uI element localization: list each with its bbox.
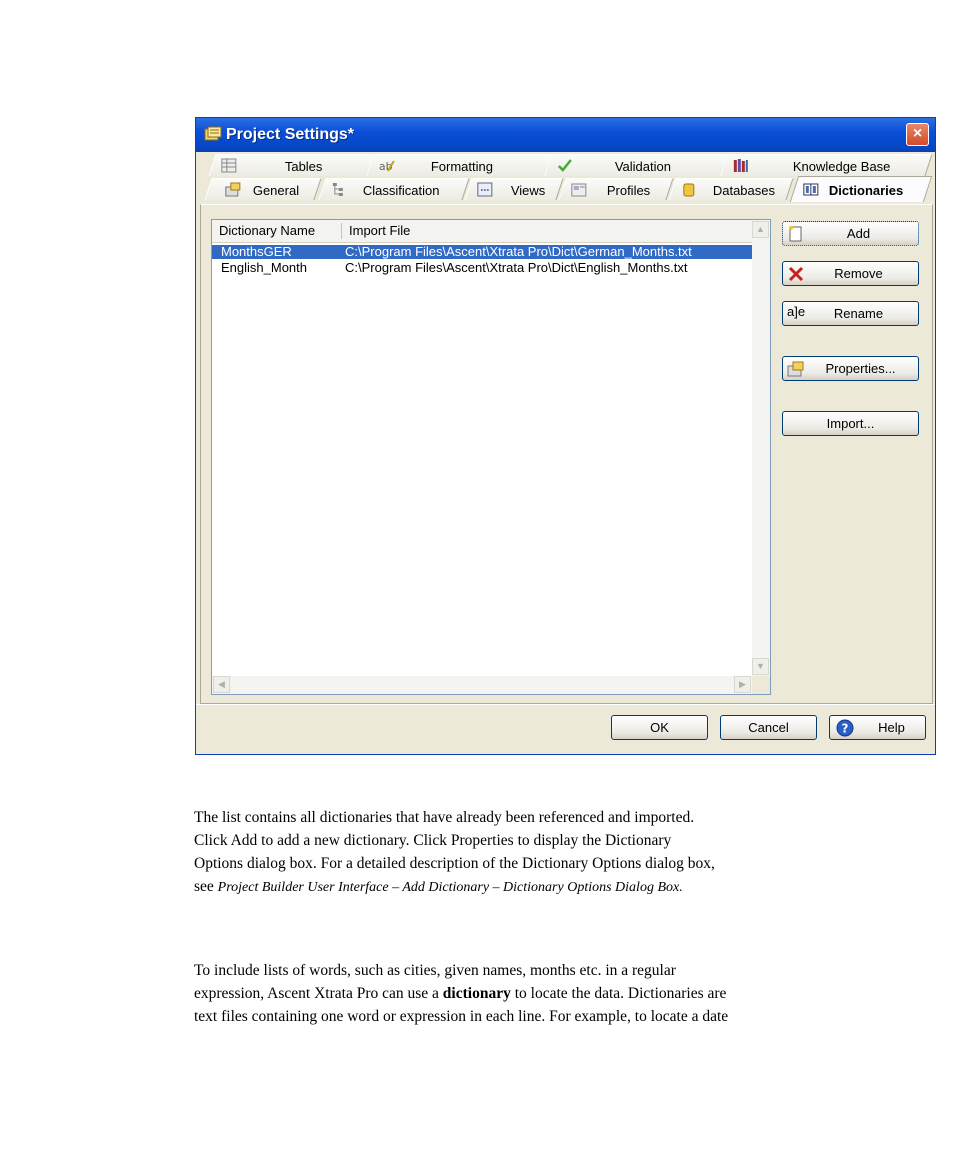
- footer-divider: [196, 704, 935, 705]
- button-label: OK: [650, 720, 669, 735]
- profiles-icon: [571, 183, 587, 197]
- project-settings-icon: [204, 126, 222, 141]
- dictionary-name-cell: MonthsGER: [221, 244, 292, 259]
- remove-button[interactable]: Remove: [782, 261, 919, 286]
- horizontal-scrollbar[interactable]: ◀ ▶: [212, 676, 752, 694]
- dictionaries-panel: Dictionary Name Import File MonthsGER C:…: [200, 204, 933, 704]
- tab-tables[interactable]: Tables: [208, 154, 376, 176]
- column-header-dictionary-name[interactable]: Dictionary Name: [219, 223, 315, 238]
- tab-label: Views: [510, 183, 546, 198]
- text-line: to locate the data. Dictionaries are: [510, 985, 727, 1002]
- close-icon: ×: [912, 125, 923, 142]
- column-divider[interactable]: [341, 223, 342, 239]
- views-icon: [477, 182, 493, 197]
- tab-label: Tables: [284, 159, 323, 174]
- tab-validation[interactable]: Validation: [544, 154, 730, 176]
- tab-label: General: [252, 183, 300, 198]
- import-file-cell: C:\Program Files\Ascent\Xtrata Pro\Dict\…: [345, 260, 688, 275]
- general-icon: [225, 182, 241, 197]
- tab-label: Classification: [362, 183, 440, 198]
- help-button[interactable]: ? Help: [829, 715, 926, 740]
- tab-label: Profiles: [606, 183, 651, 198]
- bold-term: dictionary: [442, 985, 511, 1002]
- description-paragraph: The list contains all dictionaries that …: [194, 806, 874, 899]
- dictionary-icon: [803, 183, 819, 196]
- column-header-import-file[interactable]: Import File: [349, 223, 410, 238]
- title-bar[interactable]: Project Settings* ×: [196, 118, 935, 152]
- dictionary-intro-paragraph: To include lists of words, such as citie…: [194, 959, 874, 1028]
- tab-databases[interactable]: Databases: [668, 178, 794, 200]
- list-row[interactable]: English_Month C:\Program Files\Ascent\Xt…: [212, 261, 752, 275]
- cross-reference: Project Builder User Interface – Add Dic…: [217, 880, 683, 895]
- dictionary-list[interactable]: Dictionary Name Import File MonthsGER C:…: [211, 219, 771, 695]
- project-settings-dialog: Project Settings* × Tables ab Formatting…: [195, 117, 936, 755]
- add-button[interactable]: Add: [782, 221, 919, 246]
- tab-label: Formatting: [430, 159, 493, 174]
- text-line: Options dialog box. For a detailed descr…: [194, 855, 715, 872]
- button-label: Help: [878, 720, 905, 735]
- dialog-title: Project Settings*: [226, 126, 355, 143]
- tab-general[interactable]: General: [204, 178, 322, 200]
- button-label: Properties...: [825, 361, 896, 376]
- text-line: text files containing one word or expres…: [194, 1008, 729, 1025]
- scroll-up-icon[interactable]: ▲: [752, 221, 769, 238]
- cancel-button[interactable]: Cancel: [720, 715, 817, 740]
- database-icon: [683, 183, 695, 197]
- scroll-left-icon[interactable]: ◀: [213, 676, 230, 693]
- button-label: Add: [846, 226, 871, 241]
- text-line: To include lists of words, such as citie…: [194, 962, 676, 979]
- button-label: Rename: [833, 306, 884, 321]
- tab-profiles[interactable]: Profiles: [558, 178, 674, 200]
- dictionary-name-cell: English_Month: [221, 260, 307, 275]
- scrollbar-corner: [752, 676, 770, 694]
- tab-views[interactable]: Views: [464, 178, 564, 200]
- button-label: Remove: [834, 266, 883, 281]
- tab-label: Knowledge Base: [792, 159, 891, 174]
- tab-label: Databases: [712, 183, 775, 198]
- scroll-right-icon[interactable]: ▶: [734, 676, 751, 693]
- text-line: expression, Ascent Xtrata Pro can use a: [194, 985, 443, 1002]
- books-icon: [733, 159, 748, 172]
- tab-label: Validation: [614, 159, 671, 174]
- tab-knowledge-base[interactable]: Knowledge Base: [720, 154, 933, 176]
- ok-button[interactable]: OK: [611, 715, 708, 740]
- button-label: Cancel: [748, 720, 789, 735]
- import-file-cell: C:\Program Files\Ascent\Xtrata Pro\Dict\…: [345, 244, 692, 259]
- import-button[interactable]: Import...: [782, 411, 919, 436]
- text-line: The list contains all dictionaries that …: [194, 809, 695, 826]
- checkmark-icon: [557, 159, 572, 172]
- button-label: Import...: [826, 416, 875, 431]
- tab-classification[interactable]: Classification: [318, 178, 470, 200]
- tab-row-1: Tables ab Formatting Validation Knowledg…: [200, 154, 933, 178]
- properties-button[interactable]: Properties...: [782, 356, 919, 381]
- text-line: Click Add to add a new dictionary. Click…: [194, 832, 672, 849]
- table-icon: [221, 158, 237, 173]
- classification-icon: [332, 183, 343, 196]
- list-header: Dictionary Name Import File: [212, 220, 752, 243]
- tab-label: Dictionaries: [828, 183, 904, 198]
- close-button[interactable]: ×: [906, 123, 929, 146]
- tab-formatting[interactable]: ab Formatting: [366, 154, 554, 176]
- scroll-down-icon[interactable]: ▼: [752, 658, 769, 675]
- tab-dictionaries[interactable]: Dictionaries: [789, 176, 933, 202]
- vertical-scrollbar[interactable]: ▲ ▼: [752, 220, 770, 676]
- text-line: see: [194, 878, 218, 895]
- list-row[interactable]: MonthsGER C:\Program Files\Ascent\Xtrata…: [212, 245, 752, 259]
- formatting-icon: ab: [379, 160, 395, 173]
- tab-row-2: General Classification Views Profiles Da…: [200, 176, 933, 204]
- rename-button[interactable]: a]e Rename: [782, 301, 919, 326]
